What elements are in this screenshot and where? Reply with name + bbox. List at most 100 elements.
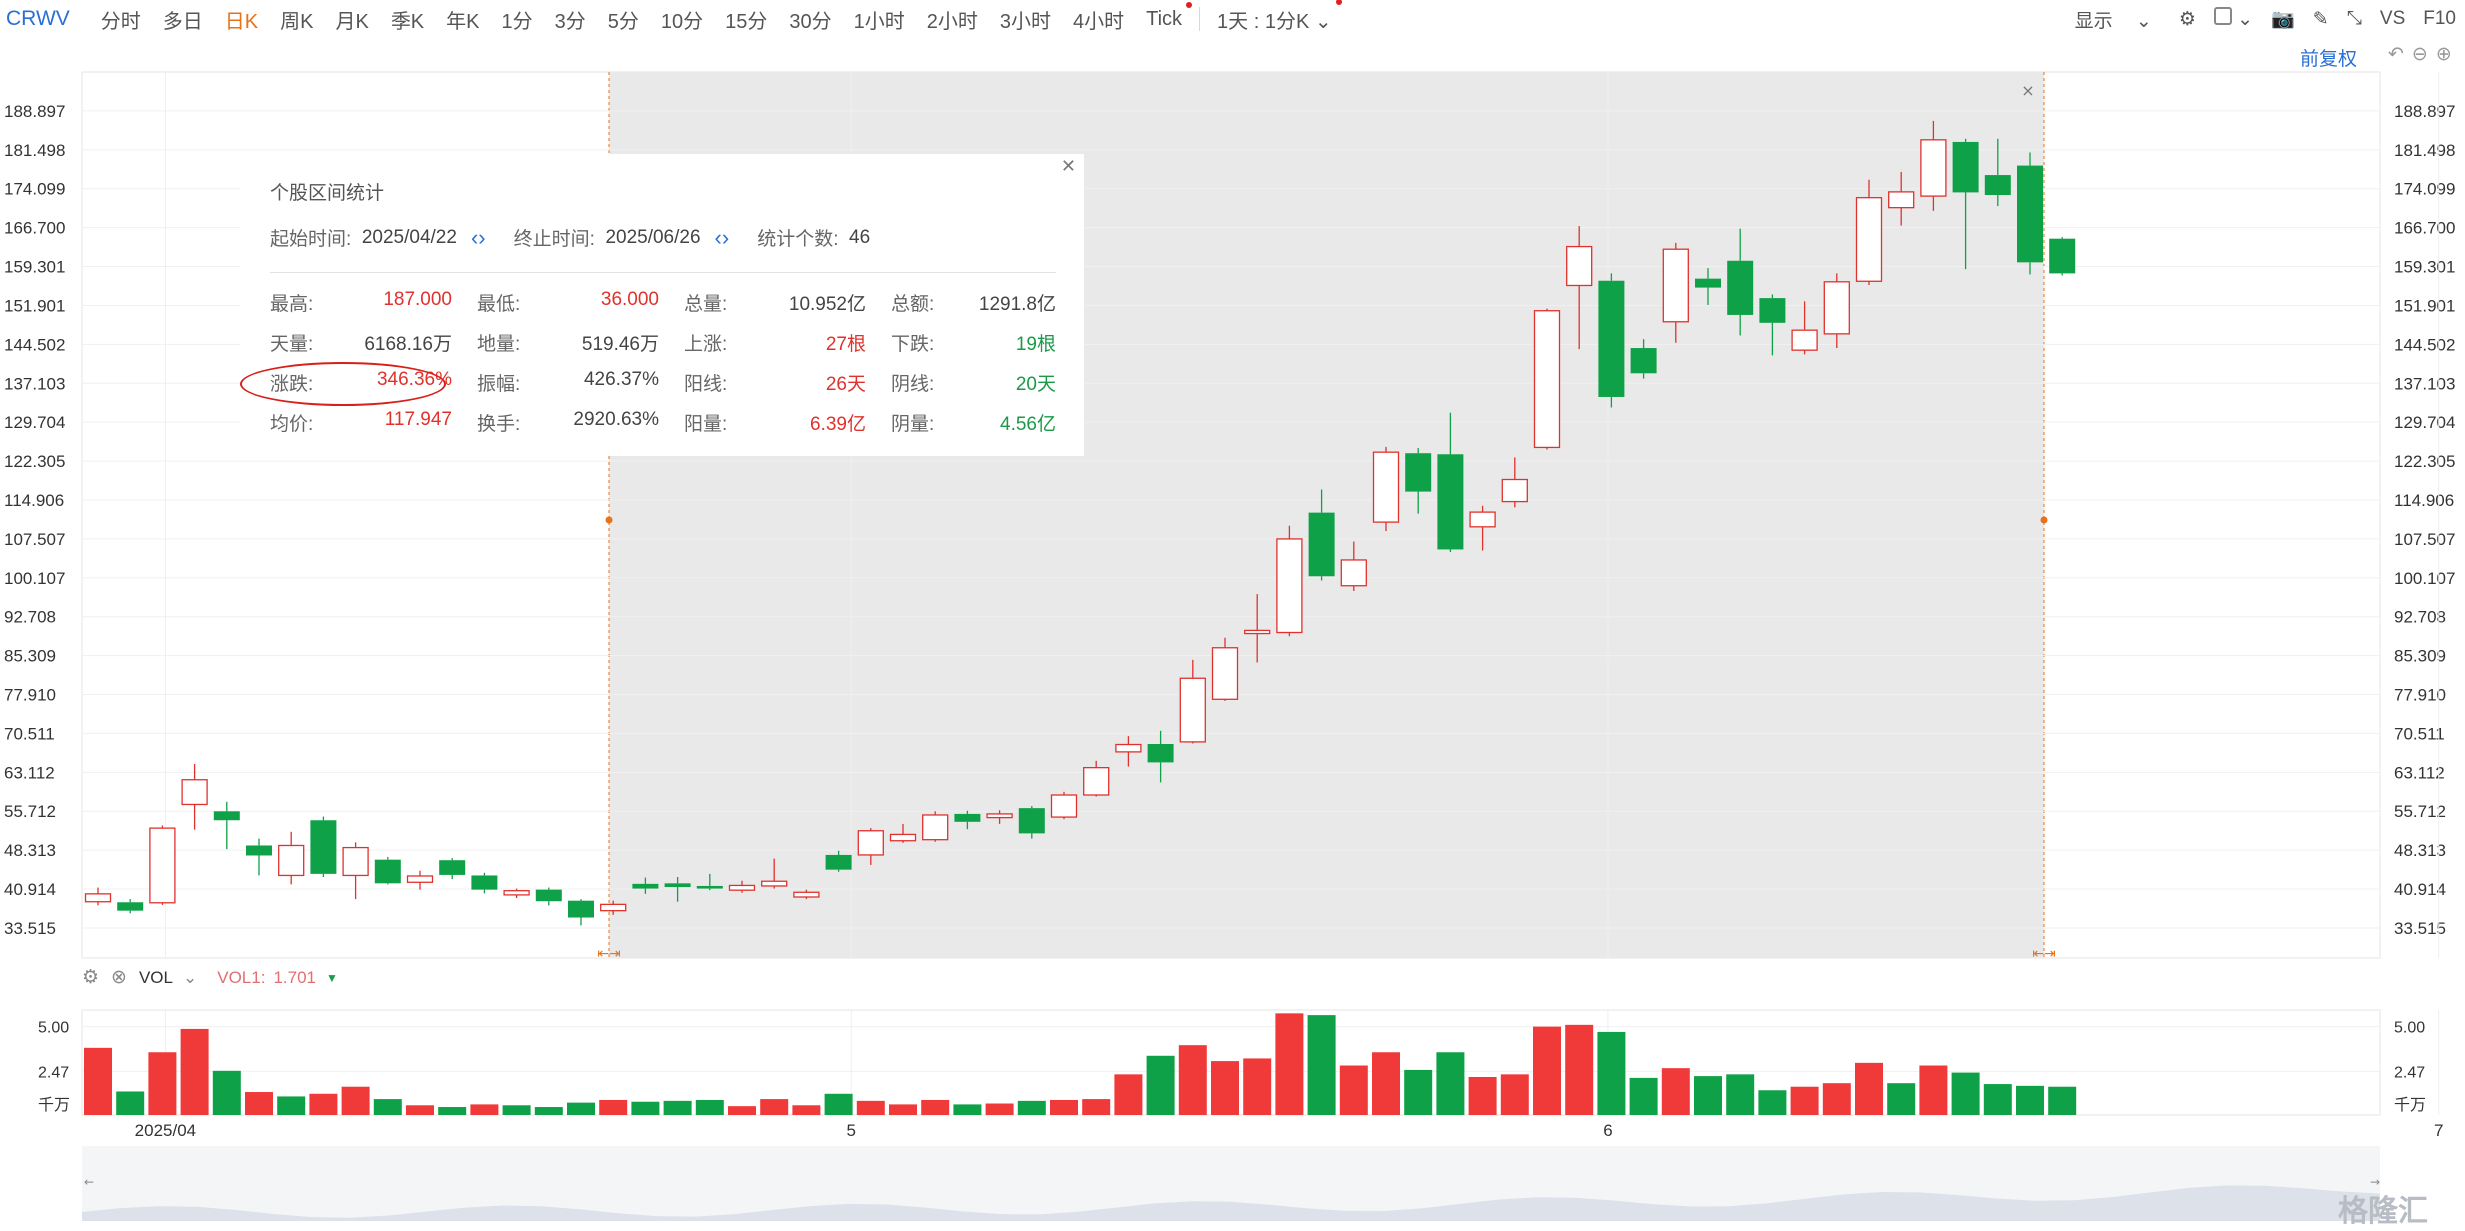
y-tick-left: 174.099: [4, 180, 65, 199]
candle-up: [181, 779, 208, 806]
volume-bar: [631, 1101, 660, 1115]
y-tick-right: 188.897: [2394, 102, 2455, 121]
end-label: 终止时间:: [513, 229, 595, 250]
candle-down: [471, 875, 498, 890]
volume-bar: [1533, 1026, 1561, 1115]
candle-up: [342, 846, 369, 877]
y-tick-right: 85.309: [2394, 647, 2446, 666]
selection-start-arrows: ⇤⇥: [597, 946, 620, 962]
volume-bar: [1243, 1058, 1272, 1115]
close-circle-icon[interactable]: ⊗: [111, 966, 127, 989]
volume-bar: [1275, 1013, 1304, 1115]
candle-down: [1759, 298, 1786, 323]
y-tick-right: 55.712: [2394, 802, 2446, 821]
candle-up: [1179, 677, 1206, 743]
y-tick-left: 188.897: [4, 102, 65, 121]
stats-row: 最高: 187.000 最低: 36.000 总量: 10.952亿 总额: 1291.8亿: [270, 282, 1060, 322]
candle-up: [1372, 451, 1400, 523]
volume-bar: [1468, 1076, 1497, 1115]
close-icon[interactable]: ✕: [1061, 156, 1076, 177]
volume-bar: [953, 1104, 982, 1115]
stats-cell: 阴量: 4.56亿: [891, 409, 1056, 436]
volume-bar: [1661, 1068, 1690, 1115]
y-tick-right: 151.901: [2394, 296, 2455, 315]
candle-up: [84, 893, 112, 903]
x-tick-label: 5: [847, 1121, 856, 1140]
stats-cell-value: 1291.8亿: [978, 293, 1056, 315]
volume-tick-left: 2.47: [38, 1064, 69, 1081]
volume-bar: [309, 1093, 338, 1115]
stats-cell-label: 上涨:: [684, 333, 728, 355]
selection-end-arrows: ⇤⇥: [2032, 946, 2055, 962]
volume-bar: [148, 1052, 177, 1115]
stats-cell-label: 天量:: [270, 333, 314, 355]
stats-cell-label: 阴线:: [891, 373, 935, 395]
y-tick-right: 181.498: [2394, 141, 2455, 160]
volume-bar: [663, 1100, 692, 1115]
y-tick-left: 55.712: [4, 802, 56, 821]
y-tick-right: 129.704: [2394, 413, 2455, 432]
candle-up: [503, 890, 530, 896]
candle-down: [1727, 260, 1754, 315]
candle-up: [1469, 511, 1496, 528]
stats-range-row: 起始时间: 2025/04/22 ‹› 终止时间: 2025/06/26 ‹› …: [270, 224, 884, 251]
range-stats-panel: 个股区间统计 ✕ 起始时间: 2025/04/22 ‹› 终止时间: 2025/…: [240, 154, 1084, 456]
y-tick-left: 129.704: [4, 413, 65, 432]
candle-up: [922, 814, 949, 841]
y-tick-left: 40.914: [4, 880, 56, 899]
stats-cell-label: 阴量:: [891, 413, 935, 435]
candle-up: [1823, 281, 1850, 335]
y-tick-left: 144.502: [4, 335, 65, 354]
candle-up: [1115, 743, 1142, 753]
candle-down: [246, 845, 272, 856]
stats-cell-value: 10.952亿: [788, 293, 866, 315]
volume-bar: [1372, 1052, 1400, 1115]
volume-tick-right: 2.47: [2394, 1064, 2425, 1081]
volume-bar: [212, 1070, 241, 1115]
candle-up: [728, 884, 756, 891]
start-label: 起始时间:: [270, 229, 352, 250]
volume-bar: [1726, 1074, 1755, 1115]
y-tick-left: 33.515: [4, 919, 56, 938]
stats-row: 均价: 117.947 换手: 2920.63% 阳量: 6.39亿 阴量: 4.56亿: [270, 402, 1060, 442]
candle-up: [1888, 191, 1915, 209]
y-tick-left: 100.107: [4, 569, 65, 588]
y-tick-left: 114.906: [4, 491, 64, 510]
candle-up: [889, 833, 917, 842]
end-adjust-icon[interactable]: ‹›: [715, 225, 730, 251]
candle-up: [761, 880, 788, 887]
end-value[interactable]: 2025/06/26: [605, 227, 700, 249]
stats-cell-value: 6.39亿: [810, 413, 866, 435]
volume-tick-left: 5.00: [38, 1020, 69, 1037]
chevron-down-icon[interactable]: ⌄: [183, 968, 197, 988]
navigator-left-arrow: ←: [84, 1175, 94, 1189]
stats-cell: 上涨: 27根: [684, 329, 891, 356]
candle-down: [1984, 175, 2011, 196]
stats-cell: 天量: 6168.16万: [270, 329, 477, 356]
start-value[interactable]: 2025/04/22: [362, 227, 457, 249]
candle-up: [1855, 197, 1883, 282]
stats-cell-label: 下跌:: [891, 333, 935, 355]
volume-bar: [1790, 1086, 1819, 1115]
candle-down: [1952, 141, 1979, 193]
candle-up: [1662, 248, 1689, 323]
volume-bar: [470, 1104, 499, 1115]
volume-bar: [921, 1099, 950, 1115]
y-tick-right: 70.511: [2394, 724, 2445, 743]
y-tick-left: 181.498: [4, 141, 65, 160]
gear-icon[interactable]: ⚙: [82, 966, 99, 989]
volume-bar: [2016, 1085, 2044, 1115]
stats-cell: 均价: 117.947: [270, 409, 477, 436]
stats-cell-value: 426.37%: [583, 368, 659, 390]
volume-unit-right: 千万: [2394, 1096, 2426, 1114]
stats-cell-label: 最高:: [270, 293, 314, 315]
candle-down: [1405, 453, 1432, 492]
start-adjust-icon[interactable]: ‹›: [471, 225, 486, 251]
volume-bar: [1339, 1065, 1368, 1115]
y-tick-left: 92.708: [4, 608, 56, 627]
vol-indicator-value: 1.701: [273, 967, 316, 987]
volume-unit-left: 千万: [38, 1096, 70, 1114]
volume-bar: [567, 1102, 595, 1115]
stats-cell: 阳线: 26天: [684, 369, 891, 396]
y-tick-right: 100.107: [2394, 569, 2455, 588]
